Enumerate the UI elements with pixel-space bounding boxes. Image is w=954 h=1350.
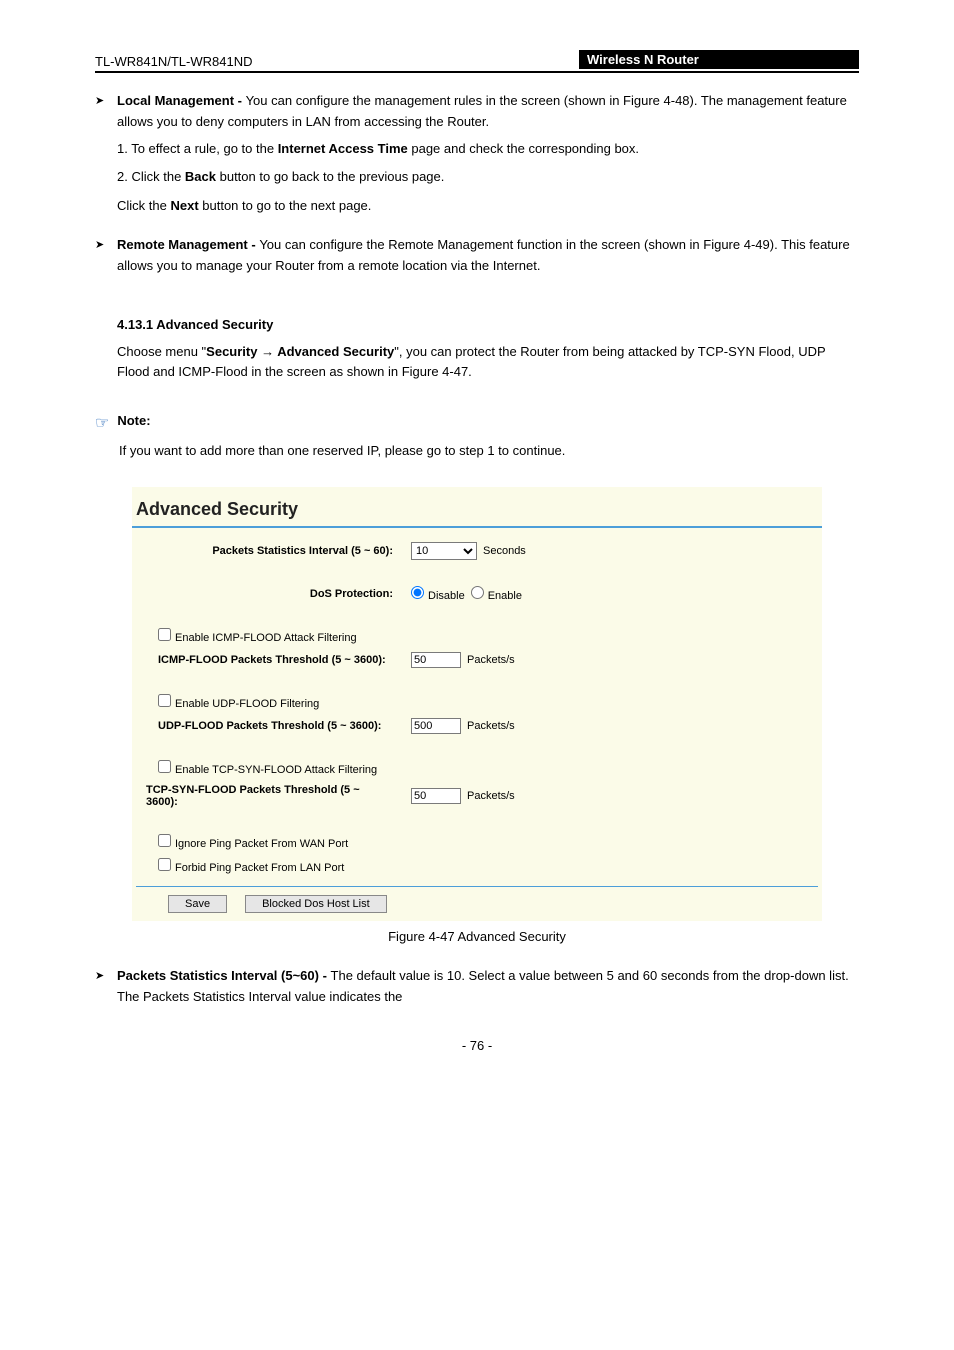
bullet-packets-stats: ➤ Packets Statistics Interval (5~60) - T…	[95, 966, 859, 1008]
label-stats: Packets Statistics Interval (5 ~ 60):	[136, 545, 411, 557]
bullet-local: ➤ Local Management - You can configure t…	[95, 91, 859, 133]
forbid-lan-checkbox[interactable]	[158, 858, 171, 871]
label-tcp: TCP-SYN-FLOOD Packets Threshold (5 ~ 360…	[136, 784, 411, 808]
dos-enable-radio[interactable]	[471, 586, 484, 599]
row-icmp-enable: Enable ICMP-FLOOD Attack Filtering	[136, 628, 818, 644]
bullet-packets-text: Packets Statistics Interval (5~60) - The…	[117, 966, 859, 1008]
step-1: 1. To effect a rule, go to the Internet …	[117, 139, 859, 160]
forbid-lan-wrap: Forbid Ping Packet From LAN Port	[136, 858, 411, 874]
bullet-remote-text: Remote Management - You can configure th…	[117, 235, 859, 277]
section-intro-menu: Security → Advanced Security	[206, 344, 394, 359]
tcp-unit: Packets/s	[467, 790, 515, 802]
advanced-security-panel: Advanced Security Packets Statistics Int…	[132, 487, 822, 921]
icmp-enable-wrap: Enable ICMP-FLOOD Attack Filtering	[136, 628, 411, 644]
ignore-wan-wrap: Ignore Ping Packet From WAN Port	[136, 834, 411, 850]
row-stats: Packets Statistics Interval (5 ~ 60): 10…	[136, 542, 818, 560]
step-3-strong: Next	[170, 198, 198, 213]
dos-disable-text: Disable	[428, 590, 465, 602]
row-udp-enable: Enable UDP-FLOOD Filtering	[136, 694, 818, 710]
panel-title: Advanced Security	[132, 487, 822, 526]
forbid-lan-text: Forbid Ping Packet From LAN Port	[175, 862, 344, 874]
panel-separator	[132, 526, 822, 528]
udp-enable-wrap: Enable UDP-FLOOD Filtering	[136, 694, 411, 710]
section-intro-pre: Choose menu "	[117, 344, 206, 359]
row-tcp-enable: Enable TCP-SYN-FLOOD Attack Filtering	[136, 760, 818, 776]
header-model: TL-WR841N/TL-WR841ND	[95, 54, 252, 69]
note-block: ☞ Note:	[95, 413, 859, 433]
tcp-enable-wrap: Enable TCP-SYN-FLOOD Attack Filtering	[136, 760, 411, 776]
ignore-wan-checkbox[interactable]	[158, 834, 171, 847]
bullet-remote-label: Remote Management -	[117, 237, 259, 252]
label-udp: UDP-FLOOD Packets Threshold (5 ~ 3600):	[136, 720, 411, 732]
blocked-list-button[interactable]: Blocked Dos Host List	[245, 895, 387, 913]
panel-separator-bottom	[136, 886, 818, 887]
stats-interval-select[interactable]: 10	[411, 542, 477, 560]
note-body: If you want to add more than one reserve…	[119, 441, 859, 462]
save-button[interactable]: Save	[168, 895, 227, 913]
bullet-marker-icon: ➤	[95, 969, 107, 982]
dos-disable-radio[interactable]	[411, 586, 424, 599]
step-2-post: button to go back to the previous page.	[216, 169, 444, 184]
udp-enable-text: Enable UDP-FLOOD Filtering	[175, 698, 319, 710]
row-forbid-lan: Forbid Ping Packet From LAN Port	[136, 858, 818, 874]
panel-button-row: Save Blocked Dos Host List	[136, 895, 818, 921]
step-1-post: page and check the corresponding box.	[408, 141, 639, 156]
header-title-bar: Wireless N Router	[579, 50, 859, 69]
section-heading: 4.13.1 Advanced Security	[117, 317, 859, 332]
page-header: TL-WR841N/TL-WR841ND Wireless N Router	[95, 50, 859, 73]
bullet-marker-icon: ➤	[95, 94, 107, 107]
row-udp-threshold: UDP-FLOOD Packets Threshold (5 ~ 3600): …	[136, 718, 818, 734]
row-dos: DoS Protection: Disable Enable	[136, 586, 818, 602]
udp-unit: Packets/s	[467, 720, 515, 732]
dos-disable-option[interactable]: Disable	[411, 586, 465, 602]
page-number: - 76 -	[95, 1038, 859, 1053]
icmp-enable-text: Enable ICMP-FLOOD Attack Filtering	[175, 632, 357, 644]
panel-form: Packets Statistics Interval (5 ~ 60): 10…	[132, 542, 822, 921]
tcp-enable-text: Enable TCP-SYN-FLOOD Attack Filtering	[175, 764, 377, 776]
row-ignore-wan: Ignore Ping Packet From WAN Port	[136, 834, 818, 850]
figure-caption: Figure 4-47 Advanced Security	[95, 929, 859, 944]
ignore-wan-text: Ignore Ping Packet From WAN Port	[175, 838, 348, 850]
row-icmp-threshold: ICMP-FLOOD Packets Threshold (5 ~ 3600):…	[136, 652, 818, 668]
dos-enable-text: Enable	[488, 590, 522, 602]
step-3: Click the Next button to go to the next …	[117, 196, 859, 217]
tcp-threshold-input[interactable]	[411, 788, 461, 804]
step-2-strong: Back	[185, 169, 216, 184]
note-label: Note:	[117, 413, 150, 428]
step-2-pre: 2. Click the	[117, 169, 185, 184]
bullet-marker-icon: ➤	[95, 238, 107, 251]
label-icmp: ICMP-FLOOD Packets Threshold (5 ~ 3600):	[136, 654, 411, 666]
icmp-enable-checkbox[interactable]	[158, 628, 171, 641]
stats-unit: Seconds	[483, 545, 526, 557]
bullet-remote: ➤ Remote Management - You can configure …	[95, 235, 859, 277]
step-3-pre: Click the	[117, 198, 170, 213]
icmp-threshold-input[interactable]	[411, 652, 461, 668]
dos-enable-option[interactable]: Enable	[471, 586, 522, 602]
label-dos: DoS Protection:	[136, 588, 411, 600]
udp-enable-checkbox[interactable]	[158, 694, 171, 707]
icmp-unit: Packets/s	[467, 654, 515, 666]
step-1-strong: Internet Access Time	[278, 141, 408, 156]
udp-threshold-input[interactable]	[411, 718, 461, 734]
step-3-post: button to go to the next page.	[199, 198, 372, 213]
step-1-pre: 1. To effect a rule, go to the	[117, 141, 278, 156]
hand-point-icon: ☞	[95, 413, 109, 433]
tcp-enable-checkbox[interactable]	[158, 760, 171, 773]
step-2: 2. Click the Back button to go back to t…	[117, 167, 859, 188]
bullet-local-label: Local Management -	[117, 93, 246, 108]
bullet-packets-label: Packets Statistics Interval (5~60) -	[117, 968, 331, 983]
bullet-local-text: Local Management - You can configure the…	[117, 91, 859, 133]
section-intro: Choose menu "Security → Advanced Securit…	[117, 342, 859, 384]
row-tcp-threshold: TCP-SYN-FLOOD Packets Threshold (5 ~ 360…	[136, 784, 818, 808]
